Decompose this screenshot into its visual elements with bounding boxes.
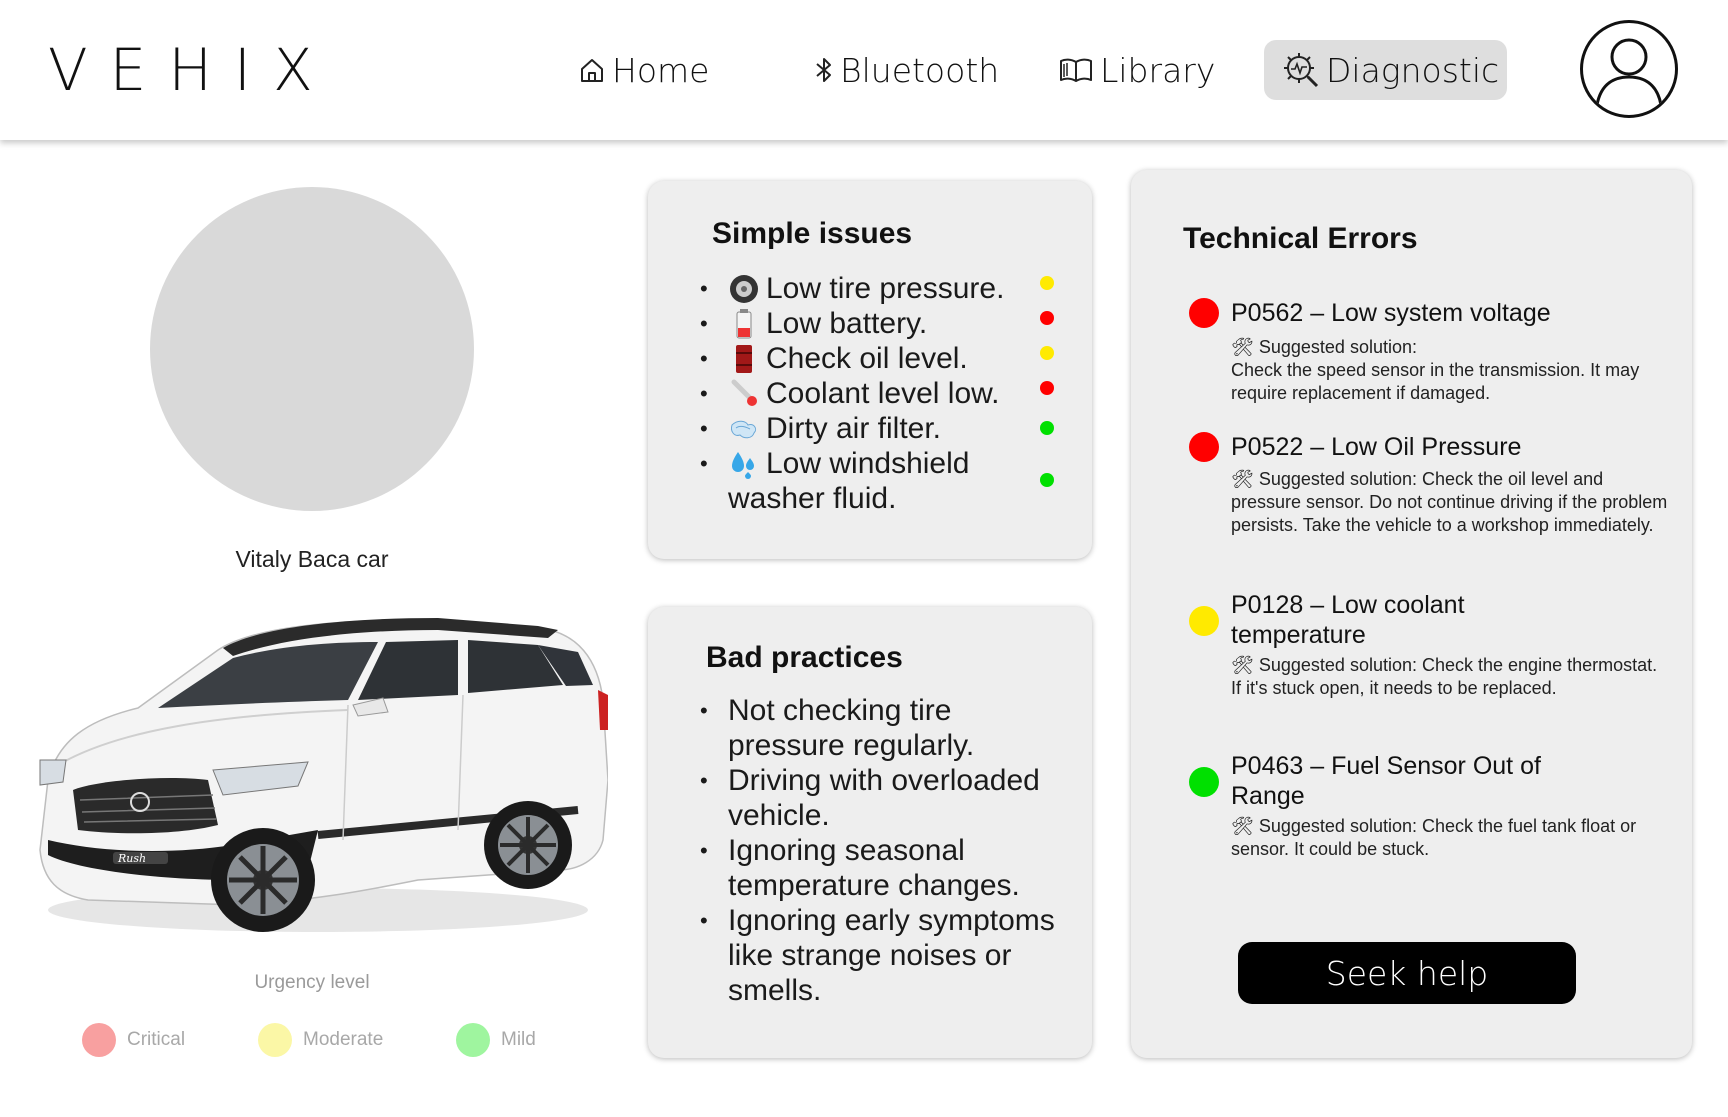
bluetooth-icon	[814, 55, 834, 85]
status-dot	[1040, 421, 1054, 435]
error-solution: 🛠 Suggested solution: Check the speed se…	[1231, 337, 1640, 403]
seek-help-button[interactable]: Seek help	[1238, 942, 1576, 1004]
issue-item: • Low battery.	[700, 307, 928, 340]
car-owner-label: Vitaly Baca car	[235, 546, 389, 572]
nav-diagnostic-label: Diagnostic	[1326, 50, 1500, 90]
nav-diagnostic[interactable]: Diagnostic	[1264, 40, 1507, 100]
simple-issues-card: Simple issues • Low tire pressure. • Low…	[648, 181, 1092, 559]
book-icon	[1058, 55, 1094, 85]
nav-home[interactable]: Home	[560, 40, 727, 100]
practice-item: • Ignoring seasonal temperature changes.	[700, 834, 1020, 902]
error-code-title: P0463 – Fuel Sensor Out of Range	[1231, 752, 1541, 810]
tools-icon: 🛠	[1231, 337, 1254, 357]
engine-diagnostic-icon	[1282, 51, 1320, 89]
status-dot	[1040, 346, 1054, 360]
tire-icon	[728, 273, 766, 305]
legend-moderate-label: Moderate	[303, 1029, 384, 1050]
thermometer-icon	[728, 378, 766, 410]
issue-item: • Check oil level.	[700, 342, 968, 375]
tools-icon: 🛠	[1231, 816, 1254, 836]
nav-library[interactable]: Library	[1040, 40, 1233, 100]
urgency-level-title: Urgency level	[254, 972, 370, 993]
status-dot	[1040, 381, 1054, 395]
issue-item: • Dirty air filter.	[700, 412, 942, 445]
issue-item: • Coolant level low.	[700, 377, 1000, 410]
legend-critical: Critical	[82, 1023, 185, 1057]
bad-practices-card: Bad practices • Not checking tire pressur…	[648, 607, 1092, 1058]
home-icon	[578, 55, 606, 85]
nav-bluetooth[interactable]: Bluetooth	[796, 40, 1017, 100]
car-photo-placeholder	[150, 187, 474, 511]
moderate-dot-icon	[258, 1023, 292, 1057]
svg-text:Rush: Rush	[117, 852, 146, 865]
error-severity-dot	[1189, 606, 1219, 636]
error-code-title: P0522 – Low Oil Pressure	[1231, 433, 1522, 461]
status-dot	[1040, 473, 1054, 487]
nav-bluetooth-label: Bluetooth	[840, 50, 1000, 90]
tools-icon: 🛠	[1231, 655, 1254, 675]
air-filter-icon	[728, 413, 766, 445]
error-severity-dot	[1189, 432, 1219, 462]
practice-item: • Ignoring early symptoms like strange no…	[700, 904, 1055, 1007]
top-navbar: VEHIX Home Bluetooth Library Diagnostic	[0, 0, 1728, 140]
critical-dot-icon	[82, 1023, 116, 1057]
error-solution: 🛠 Suggested solution: Check the oil leve…	[1231, 469, 1668, 535]
status-dot	[1040, 276, 1054, 290]
oil-drum-icon	[728, 343, 766, 375]
technical-errors-card: Technical Errors P0562 – Low system volt…	[1131, 170, 1692, 1058]
error-code-title: P0562 – Low system voltage	[1231, 299, 1551, 327]
tools-icon: 🛠	[1231, 469, 1254, 489]
legend-critical-label: Critical	[127, 1029, 186, 1050]
error-severity-dot	[1189, 767, 1219, 797]
legend-mild-label: Mild	[501, 1029, 536, 1050]
error-solution: 🛠 Suggested solution: Check the engine t…	[1231, 655, 1658, 698]
practice-item: • Driving with overloaded vehicle.	[700, 764, 1040, 832]
legend-moderate: Moderate	[258, 1023, 383, 1057]
legend-mild: Mild	[456, 1023, 536, 1057]
simple-issues-title: Simple issues	[712, 217, 913, 250]
battery-icon	[728, 308, 766, 340]
error-solution: 🛠 Suggested solution: Check the fuel tan…	[1231, 816, 1637, 859]
error-severity-dot	[1189, 298, 1219, 328]
mild-dot-icon	[456, 1023, 490, 1057]
issue-item: • Low tire pressure.	[700, 272, 1005, 305]
nav-library-label: Library	[1100, 50, 1216, 90]
bad-practices-title: Bad practices	[706, 641, 903, 674]
status-dot	[1040, 311, 1054, 325]
nav-home-label: Home	[612, 50, 710, 90]
issue-item: • Low windshield washer fluid.	[700, 447, 970, 515]
error-code-title: P0128 – Low coolant temperature	[1231, 591, 1465, 649]
washer-fluid-icon	[728, 448, 766, 480]
user-avatar-icon[interactable]	[1580, 20, 1678, 118]
car-image: Rush	[18, 590, 609, 940]
practice-item: • Not checking tire pressure regularly.	[700, 694, 975, 762]
technical-errors-title: Technical Errors	[1183, 222, 1418, 255]
vehix-logo[interactable]: VEHIX	[48, 36, 335, 104]
